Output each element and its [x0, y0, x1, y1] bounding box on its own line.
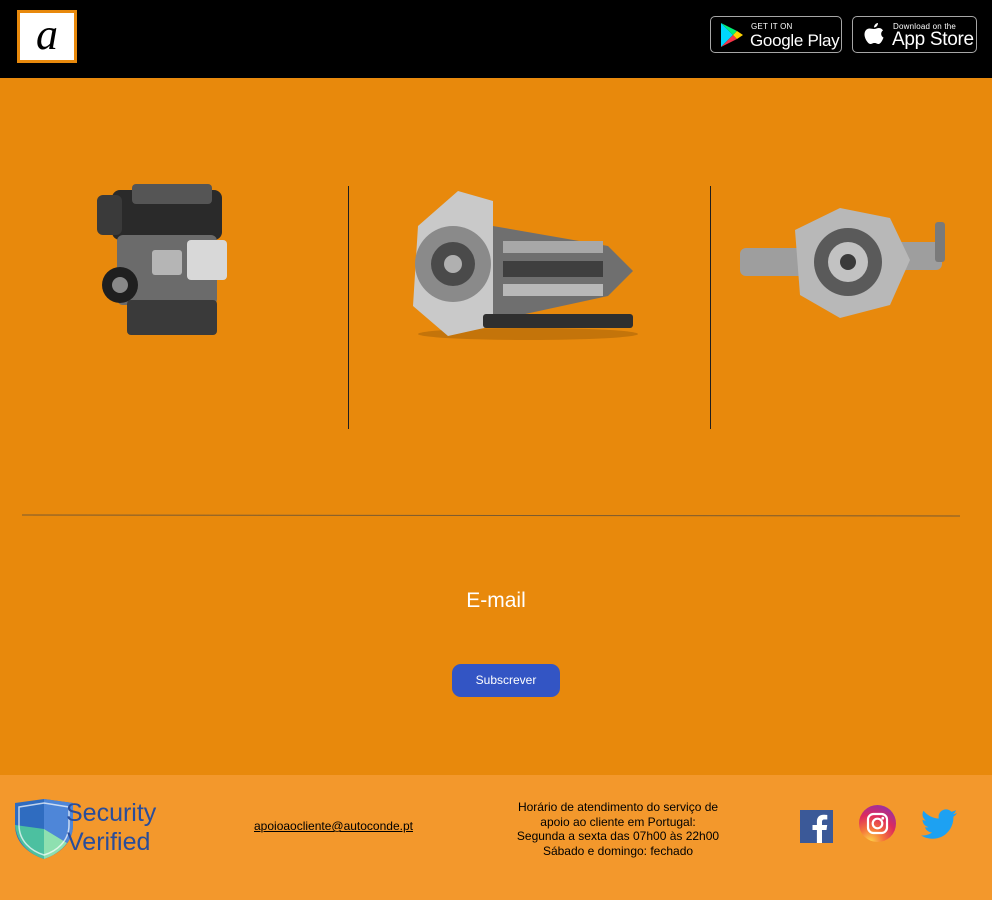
divider-1: [348, 186, 349, 429]
site-footer: Security Verified apoioaocliente@autocon…: [0, 775, 992, 900]
email-label: E-mail: [466, 589, 526, 612]
section-divider: [21, 514, 961, 517]
divider-2: [710, 186, 711, 429]
google-play-small-text: GET IT ON: [751, 22, 793, 31]
security-line-2: Verified: [67, 828, 151, 856]
security-line-1: Security: [66, 799, 157, 827]
logo-letter: a: [36, 9, 58, 59]
google-play-big-text: Google Play: [750, 31, 840, 50]
twitter-icon[interactable]: [920, 809, 958, 841]
support-email-link[interactable]: apoioaocliente@autoconde.pt: [254, 819, 413, 833]
app-store-badge[interactable]: Download on the App Store: [852, 16, 977, 53]
hours-line-4: Sábado e domingo: fechado: [542, 843, 694, 858]
google-play-icon: [721, 23, 743, 47]
site-logo[interactable]: a: [17, 10, 77, 63]
security-verified-text: Security Verified: [66, 799, 156, 857]
subscribe-button[interactable]: Subscrever: [452, 664, 560, 697]
hours-line-2: apoio ao cliente em Portugal:: [540, 814, 696, 829]
site-header: a GET IT ON Google Play Download on the …: [0, 0, 992, 78]
hours-line-3: Segunda a sexta das 07h00 às 22h00: [516, 829, 720, 843]
instagram-icon[interactable]: [859, 805, 896, 842]
apple-icon: [864, 23, 884, 44]
service-hours: Horário de atendimento do serviço de apo…: [496, 800, 740, 858]
engine-image: [97, 184, 227, 335]
transmission-image: [413, 191, 638, 340]
google-play-badge[interactable]: GET IT ON Google Play: [710, 16, 842, 53]
facebook-icon[interactable]: [800, 810, 833, 843]
differential-image: [740, 208, 945, 318]
hours-line-1: Horário de atendimento do serviço de: [517, 800, 719, 814]
app-store-big-text: App Store: [892, 29, 974, 50]
